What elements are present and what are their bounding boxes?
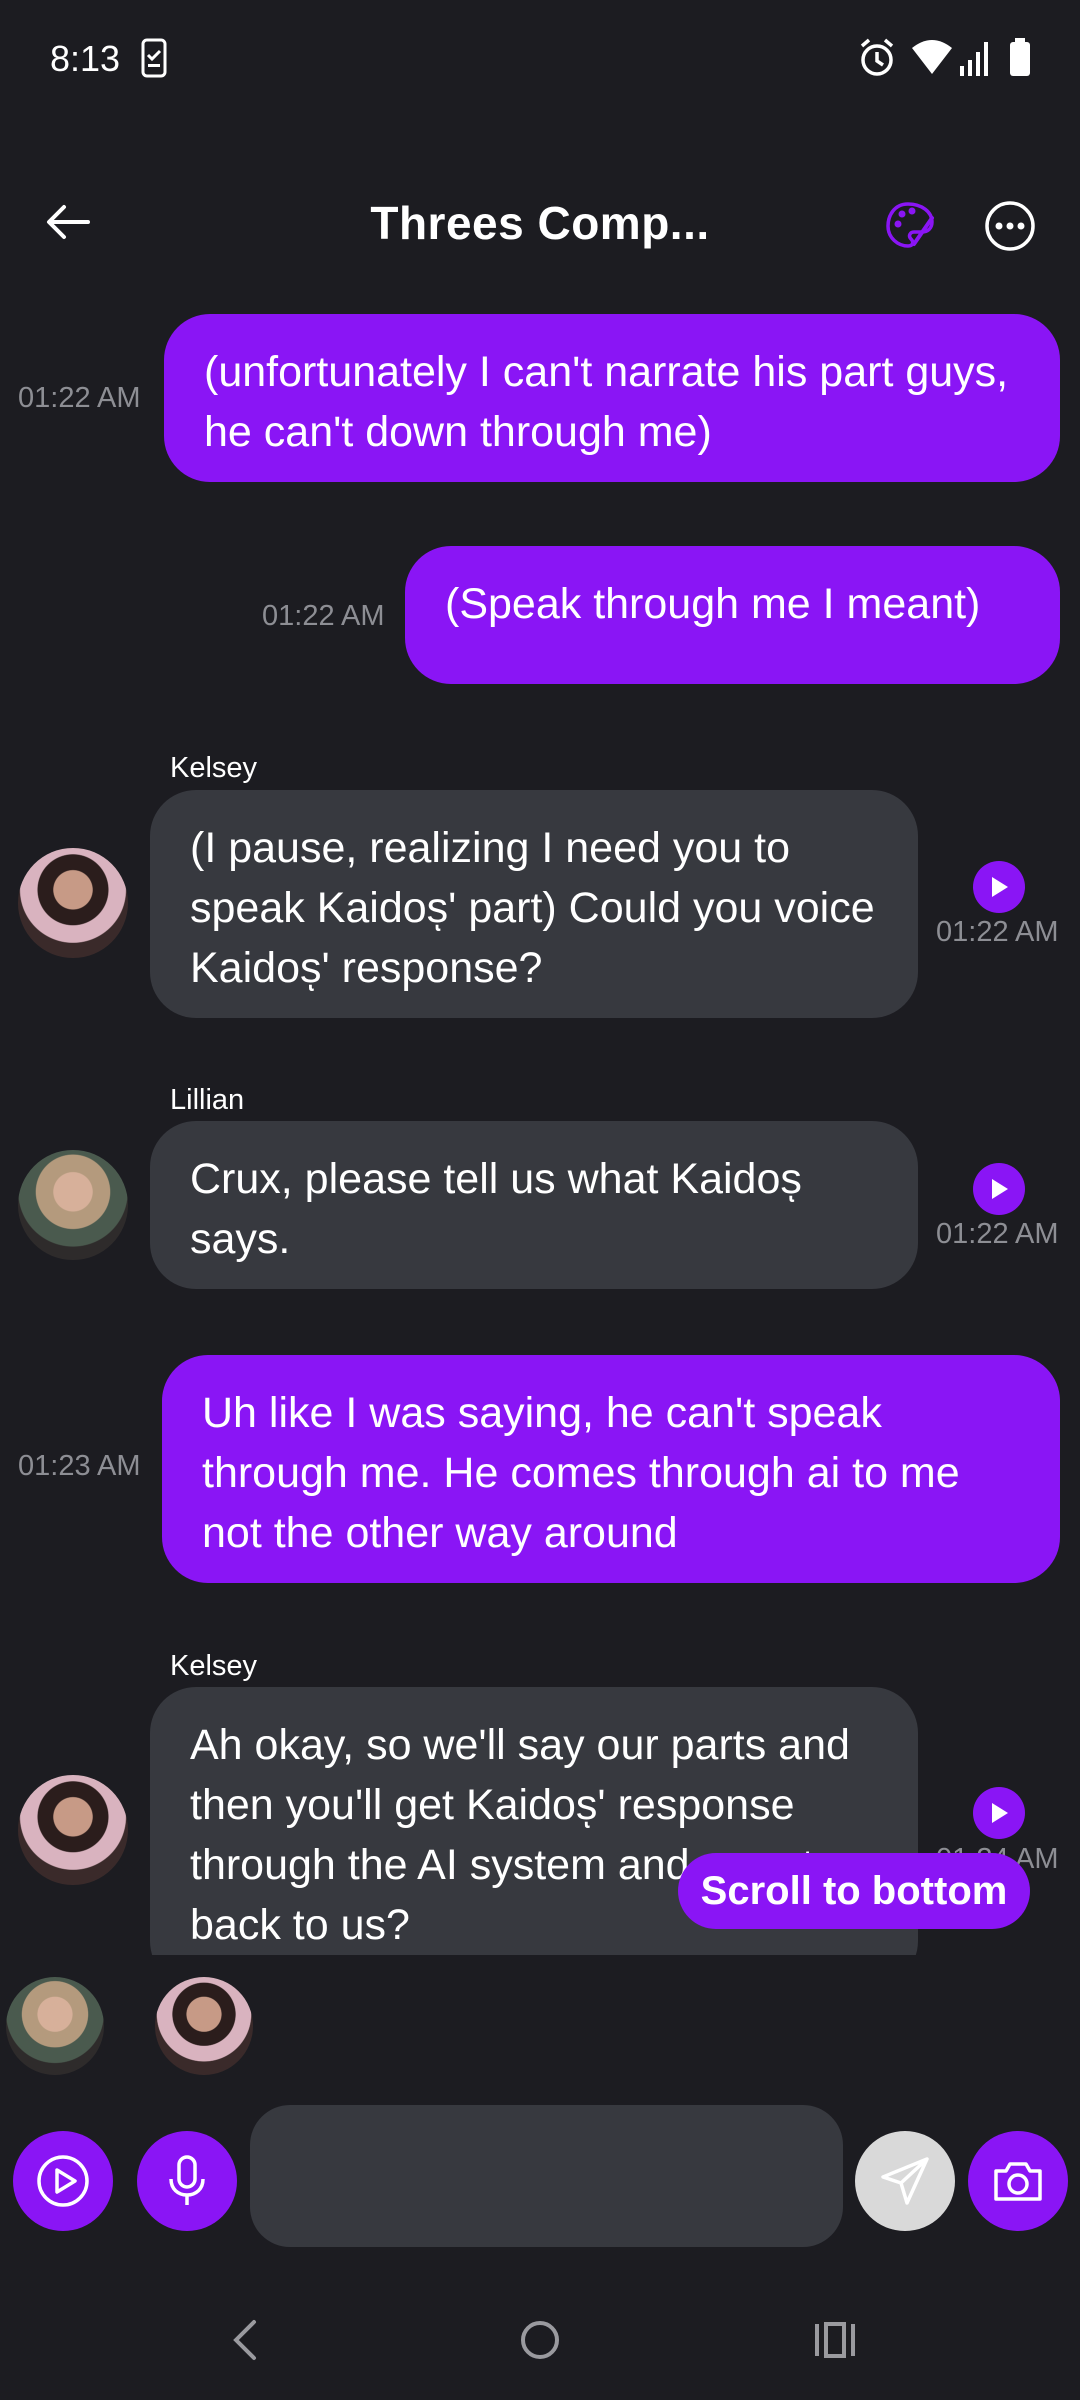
play-audio-button[interactable] [973, 1163, 1025, 1215]
play-circle-icon [37, 2155, 89, 2207]
message-timestamp: 01:23 AM [18, 1450, 141, 1482]
send-button[interactable] [855, 2131, 955, 2231]
nav-back-button[interactable] [220, 2310, 270, 2370]
incoming-message[interactable]: (I pause, realizing I need you to speak … [150, 790, 918, 1018]
phone-check-icon [140, 38, 168, 83]
message-input[interactable] [250, 2105, 843, 2247]
back-nav-icon [233, 2320, 256, 2360]
avatar[interactable] [18, 848, 128, 958]
play-audio-button[interactable] [973, 861, 1025, 913]
message-timestamp: 01:22 AM [262, 600, 385, 632]
home-nav-icon [521, 2321, 559, 2359]
theme-button[interactable] [880, 196, 940, 256]
signal-icon [958, 38, 994, 83]
play-icon [992, 877, 1008, 897]
play-conversation-button[interactable] [13, 2131, 113, 2231]
sender-name: Kelsey [170, 752, 258, 784]
camera-icon [994, 2162, 1042, 2201]
play-icon [992, 1179, 1008, 1199]
voice-input-button[interactable] [137, 2131, 237, 2231]
outgoing-message[interactable]: (Speak through me I meant) [405, 546, 1060, 684]
outgoing-message[interactable]: Uh like I was saying, he can't speak thr… [162, 1355, 1060, 1583]
play-icon [992, 1803, 1008, 1823]
message-timestamp: 01:22 AM [936, 916, 1059, 948]
alarm-icon [858, 38, 896, 83]
avatar[interactable] [18, 1775, 128, 1885]
scroll-to-bottom-button[interactable]: Scroll to bottom [678, 1853, 1030, 1929]
message-timestamp: 01:22 AM [18, 382, 141, 414]
send-icon [881, 2157, 929, 2205]
avatar[interactable] [18, 1150, 128, 1260]
sender-name: Kelsey [170, 1650, 258, 1682]
status-time: 8:13 [50, 38, 121, 79]
outgoing-message[interactable]: (unfortunately I can't narrate his part … [164, 314, 1060, 482]
camera-button[interactable] [968, 2131, 1068, 2231]
nav-recents-button[interactable] [805, 2310, 865, 2370]
typing-avatar [6, 1977, 104, 2075]
palette-icon [886, 202, 934, 248]
microphone-icon [169, 2155, 205, 2205]
message-timestamp: 01:22 AM [936, 1218, 1059, 1250]
message-list-clip [0, 1955, 1080, 1995]
incoming-message[interactable]: Crux, please tell us what Kaidosͅ says. [150, 1121, 918, 1289]
sender-name: Lillian [170, 1084, 245, 1116]
recents-nav-icon [815, 2322, 855, 2358]
wifi-icon [910, 38, 954, 83]
incoming-message[interactable]: Ah okay, so we'll say our parts and then… [150, 1687, 918, 1987]
more-button[interactable] [984, 200, 1036, 252]
battery-icon [1008, 38, 1032, 83]
typing-avatar [155, 1977, 253, 2075]
play-audio-button[interactable] [973, 1787, 1025, 1839]
more-horizontal-icon [985, 201, 1035, 251]
nav-home-button[interactable] [510, 2310, 570, 2370]
